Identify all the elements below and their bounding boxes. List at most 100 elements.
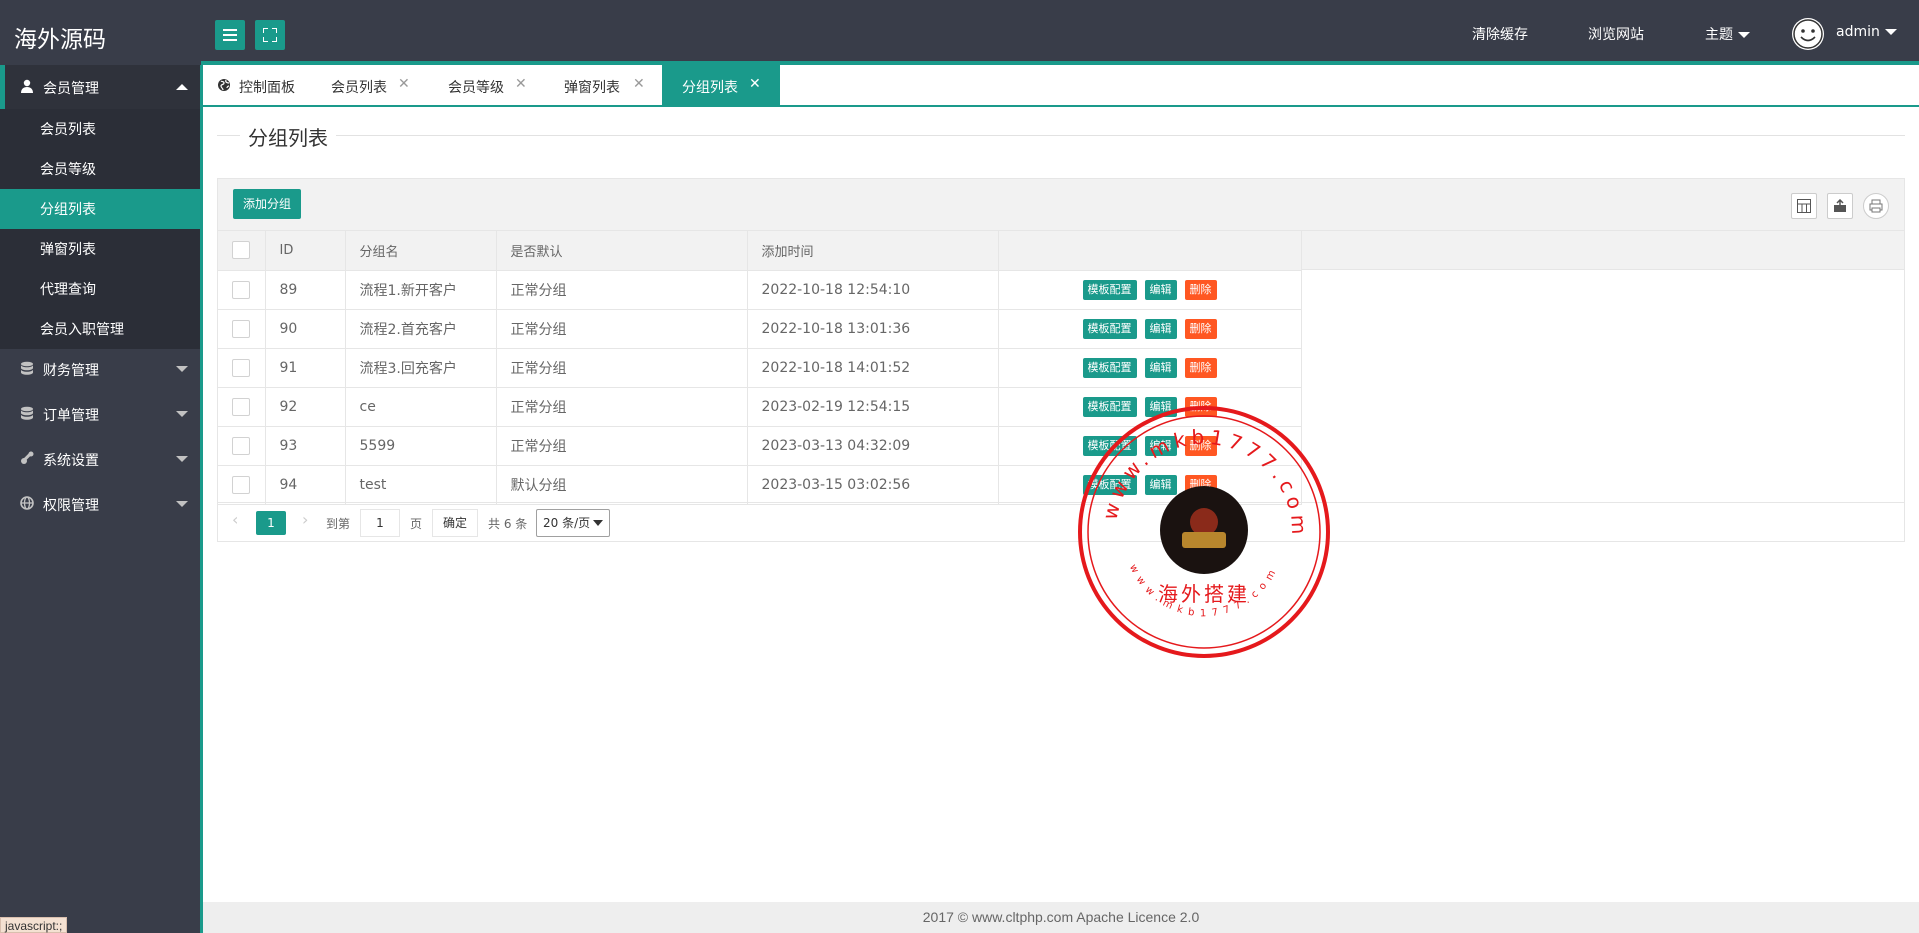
sidebar-submenu: 会员列表 会员等级 分组列表 弹窗列表 代理查询 会员入职管理	[0, 109, 200, 349]
row-checkbox[interactable]	[232, 397, 250, 416]
sidebar-item-agent-query[interactable]: 代理查询	[0, 269, 200, 309]
row-select-cell[interactable]	[218, 465, 266, 505]
total-count: 共 6 条	[488, 517, 528, 531]
row-select-cell[interactable]	[218, 387, 266, 427]
browse-site-link[interactable]: 浏览网站	[1588, 24, 1644, 44]
columns-icon	[1797, 199, 1811, 213]
sidebar-group-settings[interactable]: 系统设置	[0, 437, 200, 481]
sidebar-item-label: 会员入职管理	[40, 322, 124, 338]
col-default[interactable]: 是否默认	[496, 231, 748, 271]
delete-button[interactable]: 删除	[1184, 435, 1217, 456]
user-icon	[21, 79, 33, 93]
sidebar-item-group-list[interactable]: 分组列表	[0, 189, 200, 229]
chevron-down-icon	[176, 501, 188, 507]
tab-popup-list[interactable]: 弹窗列表 ✕	[537, 65, 654, 106]
sidebar-group-orders[interactable]: 订单管理	[0, 392, 200, 436]
row-checkbox[interactable]	[232, 475, 250, 494]
theme-menu[interactable]: 主题	[1705, 24, 1750, 44]
page-current[interactable]: 1	[256, 511, 286, 535]
sidebar-group-finance[interactable]: 财务管理	[0, 347, 200, 391]
row-checkbox[interactable]	[232, 280, 250, 299]
add-group-button[interactable]: 添加分组	[233, 189, 302, 219]
delete-button[interactable]: 删除	[1184, 357, 1217, 378]
sidebar-item-member-level[interactable]: 会员等级	[0, 149, 200, 189]
delete-button[interactable]: 删除	[1184, 318, 1217, 339]
template-config-button[interactable]: 模板配置	[1082, 357, 1137, 378]
title-divider	[217, 135, 1905, 136]
edit-button[interactable]: 编辑	[1144, 396, 1177, 417]
template-config-button[interactable]: 模板配置	[1082, 396, 1137, 417]
table-header-filler	[1301, 231, 1904, 270]
print-button[interactable]	[1863, 193, 1889, 219]
tab-dashboard[interactable]: 控制面板	[203, 65, 303, 106]
user-menu[interactable]: admin	[1836, 24, 1897, 40]
cell-default: 正常分组	[496, 426, 748, 466]
caret-down-icon	[1884, 29, 1897, 35]
fullscreen-button[interactable]	[255, 20, 285, 50]
close-icon[interactable]: ✕	[515, 76, 527, 92]
tab-member-list[interactable]: 会员列表 ✕	[303, 65, 420, 106]
row-select-cell[interactable]	[218, 426, 266, 466]
col-name[interactable]: 分组名	[345, 231, 497, 271]
row-select-cell[interactable]	[218, 309, 266, 349]
sidebar-group-member[interactable]: 会员管理	[0, 65, 200, 109]
row-select-cell[interactable]	[218, 348, 266, 388]
menu-toggle-button[interactable]	[215, 20, 245, 50]
col-id[interactable]: ID	[265, 231, 346, 271]
cell-name: test	[345, 465, 497, 505]
group-table: ID 分组名 是否默认 添加时间 89 流程1.新开客户 正常分组 2022-1…	[218, 231, 1302, 505]
edit-button[interactable]: 编辑	[1144, 435, 1177, 456]
wrench-icon	[21, 451, 34, 464]
edit-button[interactable]: 编辑	[1144, 357, 1177, 378]
template-config-button[interactable]: 模板配置	[1082, 318, 1137, 339]
delete-button[interactable]: 删除	[1184, 396, 1217, 417]
edit-button[interactable]: 编辑	[1144, 474, 1177, 495]
prev-page-icon[interactable]: ‹	[232, 510, 238, 529]
tab-member-level[interactable]: 会员等级 ✕	[420, 65, 537, 106]
template-config-button[interactable]: 模板配置	[1082, 474, 1137, 495]
smiley-icon	[1793, 19, 1823, 49]
tab-group-list[interactable]: 分组列表 ✕	[662, 65, 780, 106]
sidebar-item-member-list[interactable]: 会员列表	[0, 109, 200, 149]
col-time[interactable]: 添加时间	[747, 231, 999, 271]
sidebar: 会员管理 会员列表 会员等级 分组列表 弹窗列表 代理查询 会员入职管理 财务管…	[0, 65, 200, 933]
page-confirm-button[interactable]: 确定	[432, 509, 478, 537]
delete-button[interactable]: 删除	[1184, 474, 1217, 495]
close-icon[interactable]: ✕	[749, 76, 761, 92]
avatar[interactable]	[1792, 18, 1824, 50]
close-icon[interactable]: ✕	[398, 76, 410, 92]
sidebar-item-onboarding[interactable]: 会员入职管理	[0, 309, 200, 349]
cell-time: 2022-10-18 12:54:10	[747, 270, 999, 310]
edit-button[interactable]: 编辑	[1144, 318, 1177, 339]
globe-icon	[218, 79, 230, 91]
columns-filter-button[interactable]	[1791, 193, 1817, 219]
delete-button[interactable]: 删除	[1184, 279, 1217, 300]
cell-default: 正常分组	[496, 348, 748, 388]
edit-button[interactable]: 编辑	[1144, 279, 1177, 300]
template-config-button[interactable]: 模板配置	[1082, 279, 1137, 300]
export-button[interactable]	[1827, 193, 1853, 219]
cell-default: 正常分组	[496, 270, 748, 310]
sidebar-item-popup-list[interactable]: 弹窗列表	[0, 229, 200, 269]
username: admin	[1836, 24, 1880, 40]
template-config-button[interactable]: 模板配置	[1082, 435, 1137, 456]
app-logo: 海外源码	[14, 27, 106, 53]
row-checkbox[interactable]	[232, 436, 250, 455]
footer: 2017 © www.cltphp.com Apache Licence 2.0	[203, 902, 1919, 933]
select-all-cell[interactable]	[218, 231, 266, 271]
clear-cache-link[interactable]: 清除缓存	[1472, 24, 1528, 44]
row-checkbox[interactable]	[232, 358, 250, 377]
next-page-icon[interactable]: ›	[302, 510, 308, 529]
sidebar-group-permissions[interactable]: 权限管理	[0, 482, 200, 526]
page-jump-input[interactable]: 1	[360, 509, 400, 537]
page-size-select[interactable]: 20 条/页	[536, 509, 610, 537]
close-icon[interactable]: ✕	[633, 76, 645, 92]
cell-id: 93	[265, 426, 346, 466]
row-select-cell[interactable]	[218, 270, 266, 310]
cell-time: 2022-10-18 14:01:52	[747, 348, 999, 388]
cell-id: 89	[265, 270, 346, 310]
cell-actions: 模板配置 编辑 删除	[998, 270, 1302, 310]
row-checkbox[interactable]	[232, 319, 250, 338]
select-all-checkbox[interactable]	[232, 241, 250, 260]
export-icon	[1834, 199, 1846, 212]
